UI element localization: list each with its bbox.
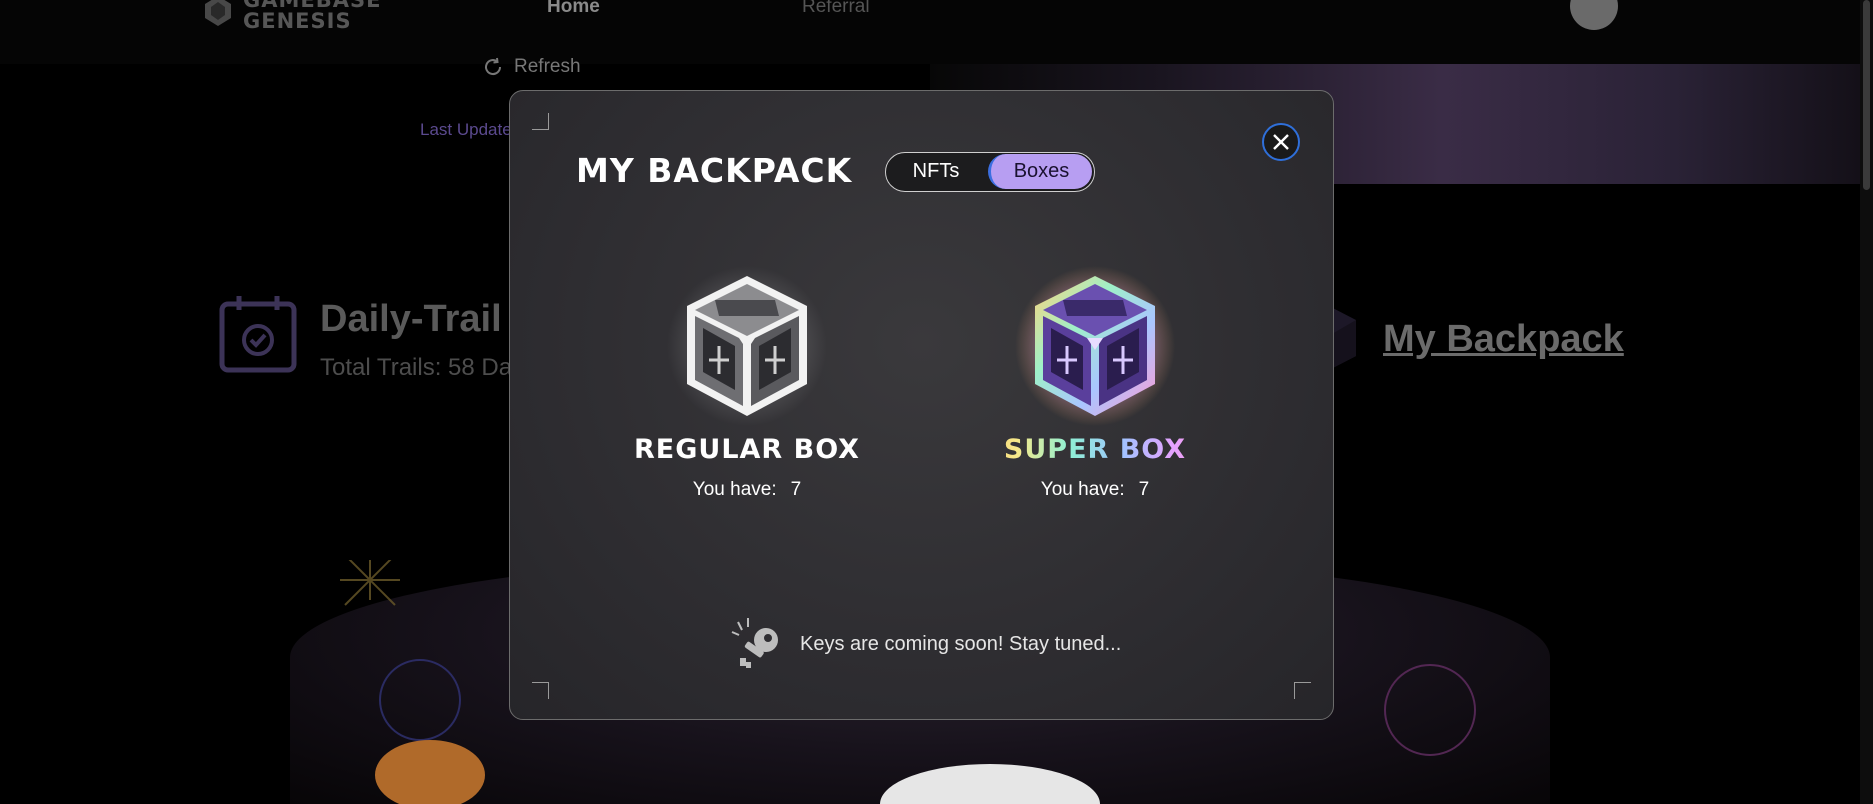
key-icon (731, 618, 778, 668)
daily-trail-title: Daily-Trail L (320, 298, 536, 340)
last-updated-text: Last Update (420, 120, 512, 139)
logo-text: GAMEBASE GENESIS (243, 0, 381, 32)
refresh-icon (485, 57, 502, 76)
tab-nfts[interactable]: NFTs (886, 153, 986, 190)
super-box-count: You have: 7 (965, 479, 1225, 501)
modal-title: MY BACKPACK (576, 151, 853, 190)
keys-notice-text: Keys are coming soon! Stay tuned... (800, 632, 1122, 655)
count-value: 7 (1138, 479, 1150, 500)
have-label: You have: (692, 479, 777, 500)
regular-box-name: REGULAR BOX (634, 434, 860, 465)
backpack-modal: MY BACKPACK NFTs Boxes REGULAR BOX You h… (509, 90, 1334, 720)
regular-box-icon (667, 266, 827, 426)
close-button[interactable] (1262, 123, 1300, 161)
count-value: 7 (790, 479, 802, 500)
regular-box-card[interactable]: REGULAR BOX You have: 7 (617, 266, 877, 501)
keys-notice: Keys are coming soon! Stay tuned... (730, 616, 1121, 672)
scrollbar-thumb[interactable] (1863, 0, 1870, 190)
super-box-icon (1015, 266, 1175, 426)
super-box-name: SUPER BOX (965, 434, 1225, 465)
refresh-button[interactable]: Refresh (482, 56, 581, 78)
logo-line2: GENESIS (243, 9, 352, 33)
nav-referral-link[interactable]: Referral (802, 0, 870, 18)
corner-decoration (1294, 682, 1311, 699)
corner-decoration (532, 113, 549, 130)
my-backpack-link[interactable]: My Backpack (1383, 318, 1624, 361)
logo[interactable]: GAMEBASE GENESIS (205, 0, 381, 32)
super-box-card[interactable]: SUPER BOX You have: 7 (965, 266, 1225, 501)
scrollbar[interactable] (1860, 0, 1873, 804)
logo-icon (205, 0, 231, 26)
tab-boxes[interactable]: Boxes (988, 154, 1092, 189)
refresh-label: Refresh (514, 56, 581, 77)
calendar-check-icon (219, 296, 297, 373)
close-icon (1273, 134, 1289, 150)
total-trails-text: Total Trails: 58 Da (320, 354, 513, 381)
nav-home-link[interactable]: Home (547, 0, 600, 18)
have-label: You have: (1040, 479, 1125, 500)
nfts-boxes-toggle[interactable]: NFTs Boxes (885, 152, 1095, 192)
regular-box-count: You have: 7 (617, 479, 877, 501)
avatar[interactable] (1570, 0, 1618, 30)
top-navigation: GAMEBASE GENESIS Home Referral (0, 0, 1860, 64)
corner-decoration (532, 682, 549, 699)
